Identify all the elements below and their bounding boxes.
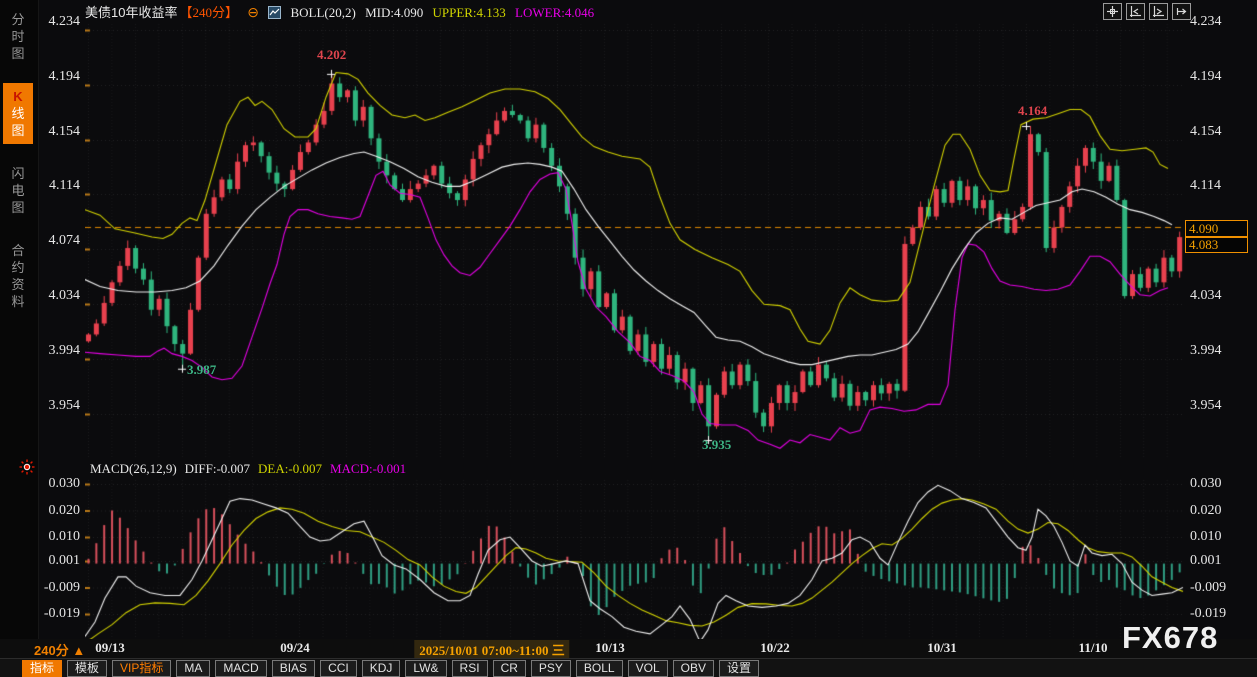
toolbar-button-设置[interactable]: 设置 bbox=[719, 660, 759, 677]
toolbar-button-OBV[interactable]: OBV bbox=[673, 660, 714, 677]
axis-label: 4.034 bbox=[30, 288, 80, 304]
axis-label: 3.994 bbox=[1190, 343, 1252, 359]
toolbar-button-BOLL[interactable]: BOLL bbox=[576, 660, 623, 677]
axis-label: 4.154 bbox=[30, 124, 80, 140]
sidebar-tab-3[interactable]: 闪电图 bbox=[3, 160, 33, 221]
toolbar-button-CR[interactable]: CR bbox=[493, 660, 526, 677]
axis-label: 0.030 bbox=[1190, 476, 1252, 492]
toolbar-button-PSY[interactable]: PSY bbox=[531, 660, 571, 677]
trading-app-window: 分时图K线图闪电图合约资料 美债10年收益率【240分】 ⊖ BOLL(20,2… bbox=[0, 0, 1257, 677]
axis-label: -0.009 bbox=[1190, 580, 1252, 596]
toolbar-button-指标[interactable]: 指标 bbox=[22, 660, 62, 677]
sidebar-tab-char: 线 bbox=[3, 105, 33, 122]
axis-label: 4.194 bbox=[1190, 69, 1252, 85]
boll-mid-value: MID:4.090 bbox=[365, 5, 423, 20]
date-tick-label: 09/13 bbox=[95, 640, 125, 656]
toolbar-button-MACD[interactable]: MACD bbox=[215, 660, 266, 677]
toolbar-button-MA[interactable]: MA bbox=[176, 660, 210, 677]
toolbar-button-VOL[interactable]: VOL bbox=[628, 660, 668, 677]
axis-label: 4.194 bbox=[30, 69, 80, 85]
chart-view-toolbar bbox=[1103, 3, 1191, 20]
axis-label: 0.001 bbox=[1190, 553, 1252, 569]
sidebar-tab-char: 合 bbox=[3, 242, 33, 259]
date-tick-label: 09/24 bbox=[280, 640, 310, 656]
axis-label: 3.954 bbox=[1190, 398, 1252, 414]
axis-label: 4.114 bbox=[1190, 178, 1252, 194]
indicator-toolbar: 指标模板 VIP指标 MA MACD BIAS CCI KDJLW&RSI CR PSY BOLL… bbox=[0, 658, 1257, 677]
axis-label: 0.001 bbox=[30, 553, 80, 569]
collapse-icon[interactable]: ⊖ bbox=[247, 6, 259, 21]
sidebar-tab-1[interactable]: 分时图 bbox=[3, 6, 33, 67]
axis-label: 4.234 bbox=[30, 14, 80, 30]
boll-lower-value: LOWER:4.046 bbox=[515, 5, 594, 20]
instrument-title: 美债10年收益率 bbox=[85, 5, 177, 20]
sidebar-tab-char: 时 bbox=[3, 28, 33, 45]
watermark-logo: FX678 bbox=[1122, 620, 1218, 656]
date-tick-label: 11/10 bbox=[1079, 640, 1108, 656]
sidebar-tab-char: 料 bbox=[3, 293, 33, 310]
axis-label: 0.020 bbox=[1190, 503, 1252, 519]
axis-label: 4.114 bbox=[30, 178, 80, 194]
mini-chart-icon[interactable] bbox=[268, 6, 281, 23]
axis-label: -0.019 bbox=[30, 606, 80, 622]
alert-blink-icon[interactable] bbox=[19, 459, 35, 475]
toolbar-button-RSI[interactable]: RSI bbox=[452, 660, 488, 677]
sidebar-tab-char: 约 bbox=[3, 259, 33, 276]
toolbar-button-BIAS[interactable]: BIAS bbox=[272, 660, 315, 677]
axis-label: 0.020 bbox=[30, 503, 80, 519]
sidebar-tab-char: 图 bbox=[3, 199, 33, 216]
toolbar-button-LW&[interactable]: LW& bbox=[405, 660, 446, 677]
date-tick-label: 10/13 bbox=[595, 640, 625, 656]
axis-label: 0.010 bbox=[30, 529, 80, 545]
price-annotation-swing-high: 4.202 bbox=[317, 47, 346, 63]
boll-upper-value: UPPER:4.133 bbox=[432, 5, 505, 20]
sidebar-tab-char: 资 bbox=[3, 276, 33, 293]
chart-header: 美债10年收益率【240分】 ⊖ BOLL(20,2) MID:4.090 UP… bbox=[85, 2, 600, 22]
sidebar-tab-char: 图 bbox=[3, 45, 33, 62]
axis-label: 4.234 bbox=[1190, 14, 1252, 30]
boll-params-label: BOLL(20,2) bbox=[290, 5, 355, 20]
axis-label: -0.009 bbox=[30, 580, 80, 596]
step-right-icon[interactable] bbox=[1172, 3, 1191, 20]
date-tick-label: 10/22 bbox=[760, 640, 790, 656]
macd-dea-value: DEA:-0.007 bbox=[258, 461, 322, 476]
axis-label: 4.034 bbox=[1190, 288, 1252, 304]
sidebar-tab-char: 图 bbox=[3, 122, 33, 139]
toolbar-button-KDJ[interactable]: KDJ bbox=[362, 660, 401, 677]
macd-params-label: MACD(26,12,9) bbox=[90, 461, 177, 476]
time-axis: 240分 ▲ 09/13 09/24 2025/10/01 07:00~11:00 … bbox=[0, 639, 1257, 658]
axis-label: 3.994 bbox=[30, 343, 80, 359]
axis-label: 4.074 bbox=[30, 233, 80, 249]
axis-label: 3.954 bbox=[30, 398, 80, 414]
period-selector[interactable]: 240分 ▲ bbox=[34, 640, 85, 659]
macd-hist-value: MACD:-0.001 bbox=[330, 461, 406, 476]
toolbar-button-VIP指标[interactable]: VIP指标 bbox=[112, 660, 171, 677]
pan-left-icon[interactable] bbox=[1126, 3, 1145, 20]
period-tag: 【240分】 bbox=[179, 5, 238, 20]
sidebar-tab-char: 闪 bbox=[3, 165, 33, 182]
axis-label: 0.030 bbox=[30, 476, 80, 492]
sidebar-tab-char: K bbox=[3, 88, 33, 105]
macd-diff-value: DIFF:-0.007 bbox=[185, 461, 250, 476]
candlestick-chart[interactable] bbox=[85, 0, 1185, 640]
price-annotation-swing-low: 3.987 bbox=[187, 362, 216, 378]
crosshair-icon[interactable] bbox=[1103, 3, 1122, 20]
boll-mid-price-tag: 4.090 bbox=[1185, 220, 1248, 237]
toolbar-button-模板[interactable]: 模板 bbox=[67, 660, 107, 677]
last-price-tag: 4.083 bbox=[1185, 237, 1248, 253]
sidebar-tab-4[interactable]: 合约资料 bbox=[3, 237, 33, 315]
axis-label: 0.010 bbox=[1190, 529, 1252, 545]
price-annotation-swing-high: 4.164 bbox=[1018, 103, 1047, 119]
axis-label: 4.154 bbox=[1190, 124, 1252, 140]
price-annotation-swing-low: 3.935 bbox=[702, 437, 731, 453]
sidebar-tab-char: 电 bbox=[3, 182, 33, 199]
sidebar-tab-char: 分 bbox=[3, 11, 33, 28]
macd-indicator-header: MACD(26,12,9) DIFF:-0.007 DEA:-0.007 MACD:-… bbox=[90, 461, 414, 477]
sidebar-tab-2[interactable]: K线图 bbox=[3, 83, 33, 144]
pan-right-icon[interactable] bbox=[1149, 3, 1168, 20]
period-arrow-icon: ▲ bbox=[72, 643, 85, 658]
hovered-candle-time-label: 2025/10/01 07:00~11:00 三 bbox=[414, 640, 569, 659]
toolbar-button-CCI[interactable]: CCI bbox=[320, 660, 357, 677]
date-tick-label: 10/31 bbox=[927, 640, 957, 656]
